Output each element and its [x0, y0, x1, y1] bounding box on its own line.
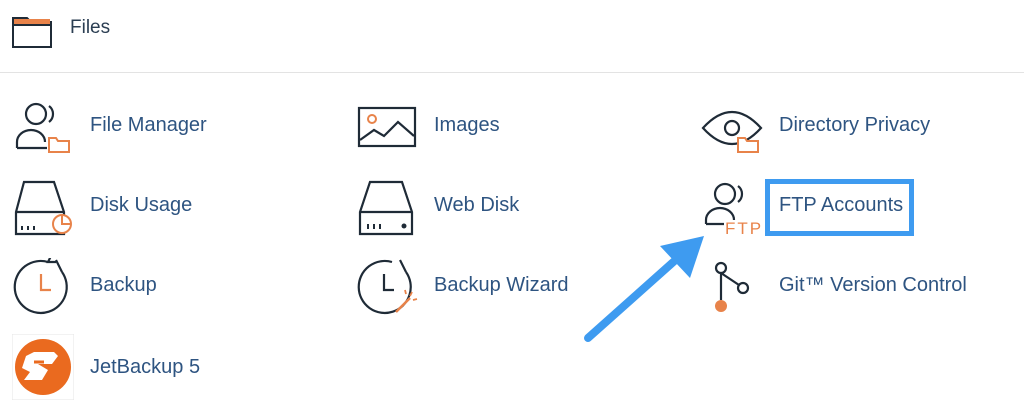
annotation-arrow — [584, 236, 704, 342]
